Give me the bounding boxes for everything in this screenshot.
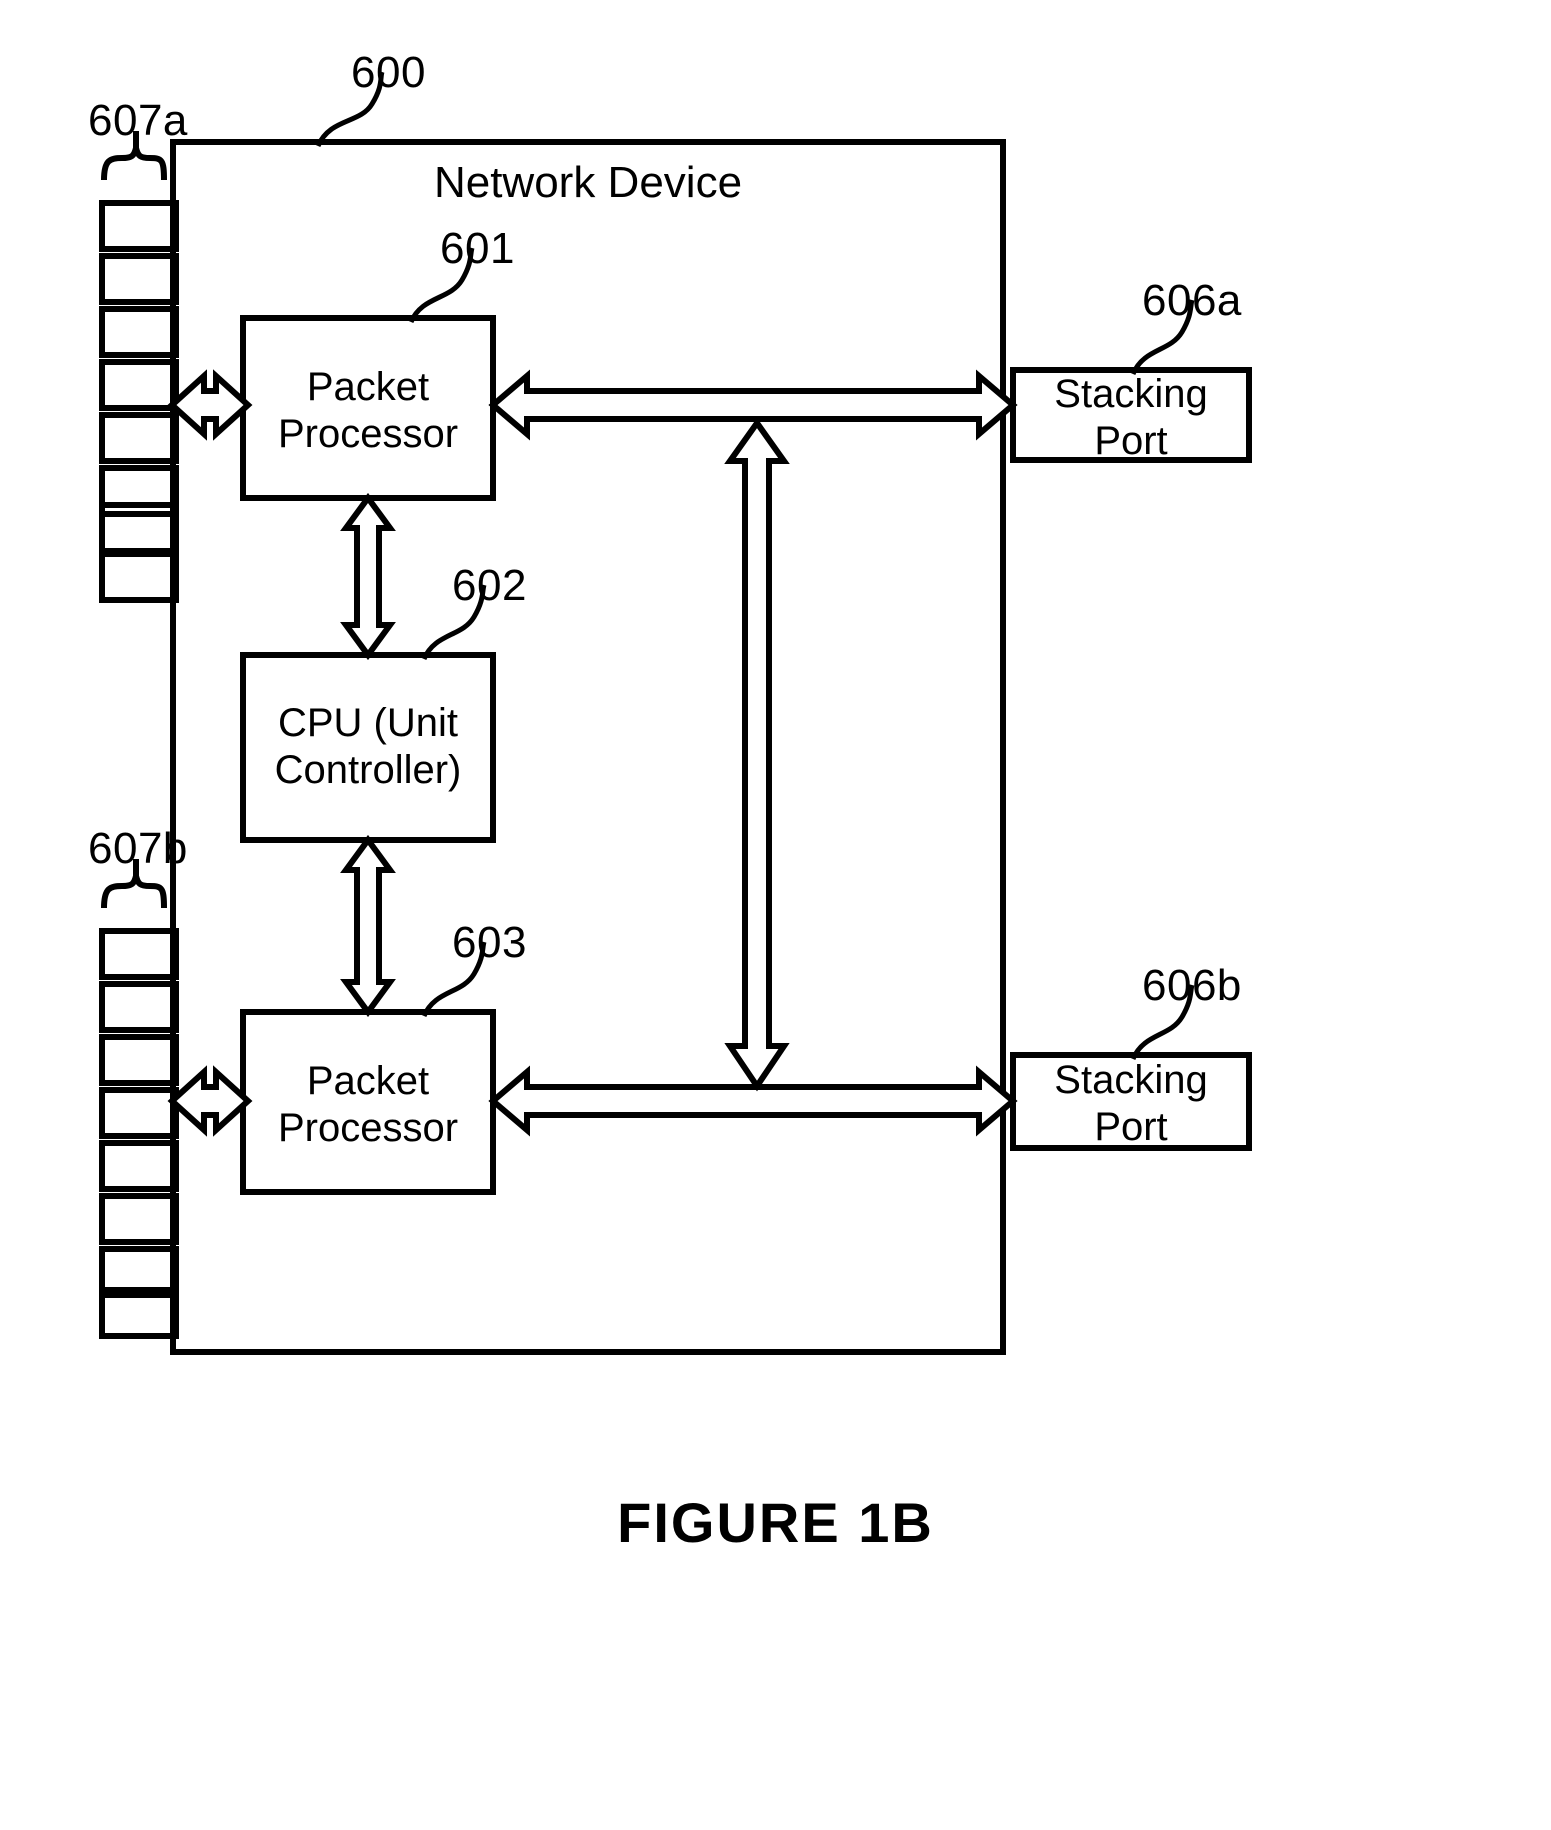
network-device-title: Network Device xyxy=(433,158,743,207)
ref-607b: 607b xyxy=(88,824,188,873)
arrow-ports607b-to-pp603 xyxy=(167,1065,253,1137)
port-607b-6 xyxy=(99,1193,179,1245)
sp606b-line2: Port xyxy=(1094,1105,1168,1150)
port-607a-2 xyxy=(99,253,179,305)
ref-607a: 607a xyxy=(88,96,188,145)
arrow-interconnect-bus xyxy=(724,417,790,1092)
ref-601: 601 xyxy=(440,224,515,273)
port-607a-3 xyxy=(99,306,179,358)
port-607b-4 xyxy=(99,1087,179,1139)
ref-606b: 606b xyxy=(1142,961,1242,1010)
ref-603: 603 xyxy=(452,918,527,967)
pp603-line1: Packet xyxy=(306,1059,430,1103)
port-607b-2 xyxy=(99,981,179,1033)
stacking-port-606b-label: Stacking Port xyxy=(1013,1057,1249,1151)
sp606a-line2: Port xyxy=(1094,419,1168,464)
figure-canvas: Network Device 600 601 602 603 606a 606b… xyxy=(0,0,1551,1830)
pp601-line2: Processor xyxy=(277,412,459,457)
brace-607b xyxy=(101,875,167,909)
port-607a-1 xyxy=(99,200,179,252)
cpu602-line1: CPU (Unit xyxy=(277,701,459,745)
arrow-pp601-to-cpu602 xyxy=(340,492,396,661)
packet-processor-601-label: Packet Processor xyxy=(243,364,493,458)
cpu602-line2: Controller) xyxy=(274,748,462,793)
pp603-line2: Processor xyxy=(277,1106,459,1151)
brace-607a xyxy=(101,147,167,181)
ref-606a: 606a xyxy=(1142,276,1242,325)
arrow-cpu602-to-pp603 xyxy=(340,834,396,1018)
cpu-602-label: CPU (Unit Controller) xyxy=(243,700,493,794)
stacking-port-606a-label: Stacking Port xyxy=(1013,371,1249,465)
port-607b-1 xyxy=(99,928,179,980)
port-607a-8 xyxy=(99,551,179,603)
sp606a-line1: Stacking xyxy=(1054,372,1208,416)
figure-caption: FIGURE 1B xyxy=(617,1491,934,1554)
port-607a-5 xyxy=(99,412,179,464)
packet-processor-603-label: Packet Processor xyxy=(243,1058,493,1152)
port-607b-3 xyxy=(99,1034,179,1086)
diagram-vector-layer xyxy=(99,71,1252,1355)
sp606b-line1: Stacking xyxy=(1054,1058,1208,1102)
pp601-line1: Packet xyxy=(306,365,430,409)
port-607a-4 xyxy=(99,359,179,411)
ref-602: 602 xyxy=(452,561,527,610)
arrow-ports607a-to-pp601 xyxy=(167,369,253,441)
port-607b-5 xyxy=(99,1140,179,1192)
ref-600: 600 xyxy=(351,48,426,97)
